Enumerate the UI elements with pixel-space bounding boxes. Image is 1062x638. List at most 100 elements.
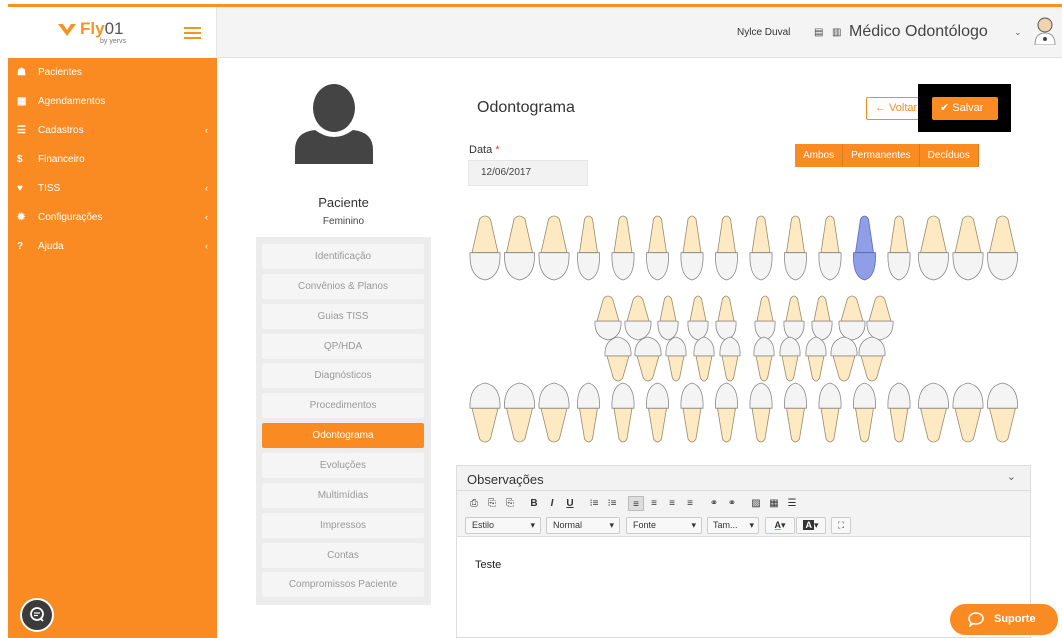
upper-deciduous-tooth-1[interactable] xyxy=(594,295,622,341)
chevron-down-icon[interactable]: ⌄ xyxy=(1014,27,1022,38)
upper-permanent-tooth-12[interactable] xyxy=(853,215,876,281)
bold-icon[interactable]: B xyxy=(526,496,542,511)
lower-permanent-tooth-4[interactable] xyxy=(577,382,600,443)
upper-deciduous-tooth-5[interactable] xyxy=(715,295,737,341)
observacoes-text[interactable]: Teste xyxy=(475,559,501,571)
underline-icon[interactable]: U xyxy=(562,496,578,511)
lower-deciduous-tooth-10[interactable] xyxy=(858,336,886,382)
upper-permanent-tooth-6[interactable] xyxy=(646,215,669,281)
menu-toggle-icon[interactable] xyxy=(184,27,201,39)
upper-deciduous-tooth-3[interactable] xyxy=(657,295,679,341)
lower-permanent-tooth-11[interactable] xyxy=(818,382,842,443)
upper-permanent-tooth-11[interactable] xyxy=(818,215,842,281)
sidebar-item-cadastros[interactable]: ☰ Cadastros ‹ xyxy=(8,116,217,145)
chat-button[interactable] xyxy=(20,598,54,632)
align-right-icon[interactable]: ≡ xyxy=(664,496,680,511)
size-select[interactable]: Tam... ▾ xyxy=(707,517,759,534)
ordered-list-icon[interactable]: ⁝≡ xyxy=(586,496,602,511)
lower-permanent-tooth-14[interactable] xyxy=(918,382,949,443)
lower-permanent-tooth-5[interactable] xyxy=(611,382,635,443)
image-icon[interactable]: ▨ xyxy=(748,496,764,511)
upper-deciduous-tooth-7[interactable] xyxy=(783,295,805,341)
upper-permanent-tooth-13[interactable] xyxy=(887,215,911,281)
upper-deciduous-tooth-4[interactable] xyxy=(687,295,709,341)
upper-permanent-tooth-4[interactable] xyxy=(577,215,600,281)
upper-permanent-tooth-2[interactable] xyxy=(504,215,535,281)
lower-permanent-tooth-16[interactable] xyxy=(987,382,1018,443)
lower-permanent-tooth-1[interactable] xyxy=(469,382,501,443)
lower-deciduous-tooth-4[interactable] xyxy=(693,336,715,382)
user-role-dropdown[interactable]: Médico Odontólogo xyxy=(849,23,988,41)
horizontal-rule-icon[interactable]: ☰ xyxy=(784,496,800,511)
lower-deciduous-tooth-1[interactable] xyxy=(604,336,632,382)
align-center-icon[interactable]: ≡ xyxy=(646,496,662,511)
align-left-icon[interactable]: ≡ xyxy=(628,496,644,511)
toggle-ambos[interactable]: Ambos xyxy=(795,144,844,167)
lower-deciduous-tooth-9[interactable] xyxy=(830,336,858,382)
observacoes-header[interactable]: Observações ⌄ xyxy=(457,466,1030,491)
lower-permanent-tooth-9[interactable] xyxy=(749,382,773,443)
maximize-button[interactable]: ⛶ xyxy=(831,517,851,534)
upper-permanent-tooth-8[interactable] xyxy=(715,215,738,281)
nav-qp-hda[interactable]: QP/HDA xyxy=(262,334,424,359)
upper-permanent-tooth-14[interactable] xyxy=(918,215,949,281)
sidebar-item-configuracoes[interactable]: ✹ Configurações ‹ xyxy=(8,203,217,232)
lower-deciduous-tooth-6[interactable] xyxy=(753,336,775,382)
paste-text-icon[interactable]: ⎘ xyxy=(502,496,518,511)
upper-permanent-tooth-7[interactable] xyxy=(680,215,704,281)
lower-deciduous-tooth-7[interactable] xyxy=(779,336,801,382)
italic-icon[interactable]: I xyxy=(544,496,560,511)
table-icon[interactable]: ▦ xyxy=(766,496,782,511)
chevron-down-icon[interactable]: ⌄ xyxy=(1007,470,1016,483)
format-select[interactable]: Normal ▾ xyxy=(546,517,620,534)
sidebar-item-pacientes[interactable]: ☗ Pacientes xyxy=(8,58,217,87)
font-color-button[interactable]: A▾ xyxy=(765,517,795,534)
link-icon[interactable]: ⚭ xyxy=(706,496,722,511)
flag-icon[interactable]: ▤ xyxy=(814,27,823,38)
nav-guias-tiss[interactable]: Guias TISS xyxy=(262,304,424,329)
bg-color-button[interactable]: A ▾ xyxy=(796,517,826,534)
nav-procedimentos[interactable]: Procedimentos xyxy=(262,393,424,418)
lower-permanent-tooth-6[interactable] xyxy=(646,382,669,443)
align-justify-icon[interactable]: ≡ xyxy=(682,496,698,511)
upper-deciduous-tooth-2[interactable] xyxy=(624,295,652,341)
upper-permanent-tooth-5[interactable] xyxy=(611,215,635,281)
lower-permanent-tooth-12[interactable] xyxy=(853,382,876,443)
lower-permanent-tooth-3[interactable] xyxy=(538,382,570,443)
style-select[interactable]: Estilo ▾ xyxy=(465,517,541,534)
lower-permanent-tooth-2[interactable] xyxy=(504,382,535,443)
lower-deciduous-tooth-3[interactable] xyxy=(665,336,687,382)
upper-permanent-tooth-16[interactable] xyxy=(987,215,1018,281)
lower-permanent-tooth-15[interactable] xyxy=(952,382,984,443)
sidebar-item-agendamentos[interactable]: ▦ Agendamentos xyxy=(8,87,217,116)
sidebar-item-ajuda[interactable]: ? Ajuda ‹ xyxy=(8,232,217,261)
lower-permanent-tooth-10[interactable] xyxy=(784,382,807,443)
toggle-permanentes[interactable]: Permanentes xyxy=(843,144,920,167)
bullet-list-icon[interactable]: ⁝≡ xyxy=(604,496,620,511)
grid-icon[interactable]: ▥ xyxy=(832,27,841,38)
upper-deciduous-tooth-10[interactable] xyxy=(866,295,894,341)
nav-identificacao[interactable]: Identificação xyxy=(262,244,424,269)
paste-icon[interactable]: ⎘ xyxy=(484,496,500,511)
support-button[interactable]: Suporte xyxy=(950,604,1058,635)
unlink-icon[interactable]: ⚭ xyxy=(724,496,740,511)
lower-permanent-tooth-8[interactable] xyxy=(715,382,738,443)
date-input[interactable]: 12/06/2017 xyxy=(468,160,588,186)
nav-impressos[interactable]: Impressos xyxy=(262,513,424,538)
upper-permanent-tooth-15[interactable] xyxy=(952,215,984,281)
nav-multimidias[interactable]: Multimídias xyxy=(262,483,424,508)
lower-permanent-tooth-13[interactable] xyxy=(887,382,911,443)
nav-evolucoes[interactable]: Evoluções xyxy=(262,453,424,478)
sidebar-item-tiss[interactable]: ♥ TISS ‹ xyxy=(8,174,217,203)
user-name[interactable]: Nylce Duval xyxy=(737,27,790,38)
nav-diagnosticos[interactable]: Diagnósticos xyxy=(262,363,424,388)
nav-odontograma[interactable]: Odontograma xyxy=(262,423,424,448)
nav-convenios-planos[interactable]: Convênios & Planos xyxy=(262,274,424,299)
upper-deciduous-tooth-8[interactable] xyxy=(811,295,833,341)
lower-deciduous-tooth-8[interactable] xyxy=(805,336,827,382)
save-button[interactable]: ✔ Salvar xyxy=(932,97,998,120)
upper-permanent-tooth-1[interactable] xyxy=(469,215,501,281)
upper-permanent-tooth-3[interactable] xyxy=(538,215,570,281)
nav-contas[interactable]: Contas xyxy=(262,543,424,568)
lower-deciduous-tooth-5[interactable] xyxy=(719,336,741,382)
